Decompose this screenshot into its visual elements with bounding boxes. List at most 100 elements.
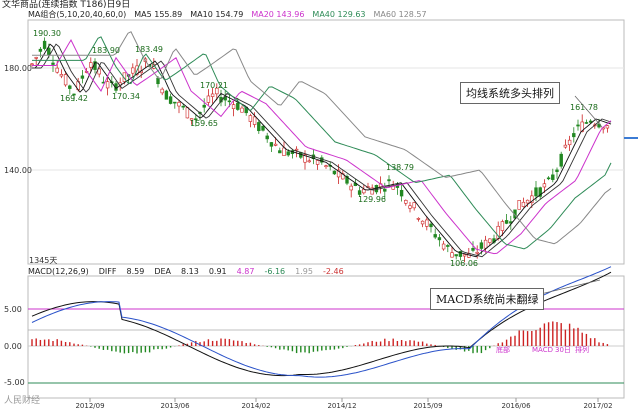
candle-body-2 xyxy=(38,48,43,52)
candle-body-30 xyxy=(156,77,160,85)
macd-mark-2: 30日 xyxy=(555,346,571,354)
candle-body-3 xyxy=(42,40,47,49)
macd-legend-8: 1.95 xyxy=(295,267,313,276)
price-mark-9: 106.06 xyxy=(450,259,478,268)
candle-body-76 xyxy=(349,185,353,191)
ma20-line xyxy=(32,38,612,255)
watermark-logo: 人民财经 xyxy=(4,396,41,406)
price-axis-140: 140.00 xyxy=(4,166,32,175)
macd-legend-9: -2.46 xyxy=(322,267,344,276)
candle-body-14 xyxy=(89,62,93,68)
candle-body-56 xyxy=(265,135,269,140)
candle-body-84 xyxy=(383,188,387,192)
candle-body-117 xyxy=(521,201,526,207)
price-mark-1: 169.42 xyxy=(60,94,88,103)
price-mark-8: 129.96 xyxy=(358,195,386,204)
candle-body-94 xyxy=(425,219,429,227)
candle-body-37 xyxy=(185,107,190,119)
candle-body-18 xyxy=(105,81,110,89)
price-mark-6: 170.21 xyxy=(200,81,228,90)
chart-canvas: 190.30 169.42 183.90 170.34 183.49 159.65 170.… xyxy=(27,19,638,410)
candle-body-6 xyxy=(55,67,59,73)
candle-body-108 xyxy=(483,239,488,249)
macd-legend: MACD(12,26,9) DIFF 8.59 DEA 8.13 0.91 4.… xyxy=(28,267,344,277)
date-label-3: 2014/12 xyxy=(327,402,356,410)
candle-body-59 xyxy=(278,150,282,154)
candle-body-53 xyxy=(252,116,257,125)
candle-body-55 xyxy=(261,125,265,131)
candle-body-130 xyxy=(576,124,580,127)
candle-body-120 xyxy=(534,187,538,197)
candle-body-7 xyxy=(59,74,64,77)
candle-body-129 xyxy=(572,133,576,138)
macd-legend-1: DIFF xyxy=(98,267,117,276)
date-label-0: 2012/09 xyxy=(75,402,104,410)
macd-axis-neg5: -5.00 xyxy=(4,378,25,387)
macd-mark-1: MACD xyxy=(532,346,553,354)
candle-body-88 xyxy=(399,189,404,197)
date-label-1: 2013/06 xyxy=(160,402,190,410)
price-mark-5: 159.65 xyxy=(190,119,218,128)
candle-body-105 xyxy=(471,248,475,251)
candle-body-54 xyxy=(257,122,261,132)
candle-body-52 xyxy=(248,115,253,122)
price-mark-10: 161.78 xyxy=(570,103,598,112)
candle-body-137 xyxy=(605,125,610,129)
price-mark-2: 183.90 xyxy=(92,46,120,55)
macd-legend-7: -6.16 xyxy=(264,267,286,276)
candle-body-34 xyxy=(173,101,177,104)
candle-body-68 xyxy=(315,160,320,165)
candle-body-95 xyxy=(429,223,433,228)
candle-body-109 xyxy=(488,238,492,243)
candle-body-50 xyxy=(240,107,244,113)
macd-legend-0: MACD(12,26,9) xyxy=(28,267,89,276)
price-mark-3: 170.34 xyxy=(112,92,140,101)
candle-body-92 xyxy=(416,218,421,220)
candle-body-106 xyxy=(475,251,479,254)
ma40-line xyxy=(32,36,612,250)
candle-body-63 xyxy=(294,148,299,151)
candle-body-9 xyxy=(68,85,72,89)
candle-body-42 xyxy=(206,95,211,103)
macd-mark-3: 排列 xyxy=(575,345,589,354)
candle-body-78 xyxy=(357,190,362,195)
candle-body-125 xyxy=(555,169,559,172)
ma60-line xyxy=(32,31,612,245)
candle-body-57 xyxy=(269,142,274,147)
candle-body-60 xyxy=(282,147,286,156)
kline-app: 文华商品(连续指数 T186)日9日 MA组合(5,10,20,40,60,0)… xyxy=(0,0,640,410)
candle-body-103 xyxy=(462,254,467,257)
candle-body-8 xyxy=(63,74,68,86)
candle-body-91 xyxy=(412,202,416,209)
candle-body-43 xyxy=(210,93,215,97)
candle-body-127 xyxy=(563,144,568,148)
candle-body-124 xyxy=(551,174,555,180)
candle-body-96 xyxy=(433,234,437,238)
ma10-line xyxy=(32,43,612,258)
candle-body-93 xyxy=(420,220,425,225)
candle-body-90 xyxy=(408,205,412,209)
candle-body-36 xyxy=(181,105,185,108)
date-label-2: 2014/02 xyxy=(241,402,270,410)
candle-body-112 xyxy=(500,221,505,231)
candle-body-31 xyxy=(160,88,164,94)
candle-body-122 xyxy=(542,183,547,188)
macd-axis-0: 0.00 xyxy=(4,342,22,351)
candle-body-49 xyxy=(236,102,240,110)
candle-body-101 xyxy=(454,254,458,257)
candle-body-41 xyxy=(202,104,206,108)
macd-mark-0: 底部 xyxy=(496,345,510,354)
ma-annotation-box: 均线系统多头排列 xyxy=(460,82,560,104)
macd-legend-5: 0.91 xyxy=(208,267,227,276)
macd-axis-5: 5.00 xyxy=(4,305,22,314)
candle-body-89 xyxy=(404,200,408,204)
candle-body-132 xyxy=(584,122,589,124)
macd-legend-3: DEA xyxy=(154,267,171,276)
candle-body-128 xyxy=(567,139,572,146)
price-mark-7: 138.79 xyxy=(386,163,414,172)
candle-body-85 xyxy=(387,179,391,182)
candle-body-24 xyxy=(131,67,135,74)
date-label-6: 2017/02 xyxy=(583,402,612,410)
candle-body-100 xyxy=(450,252,454,258)
candle-body-58 xyxy=(273,143,278,146)
